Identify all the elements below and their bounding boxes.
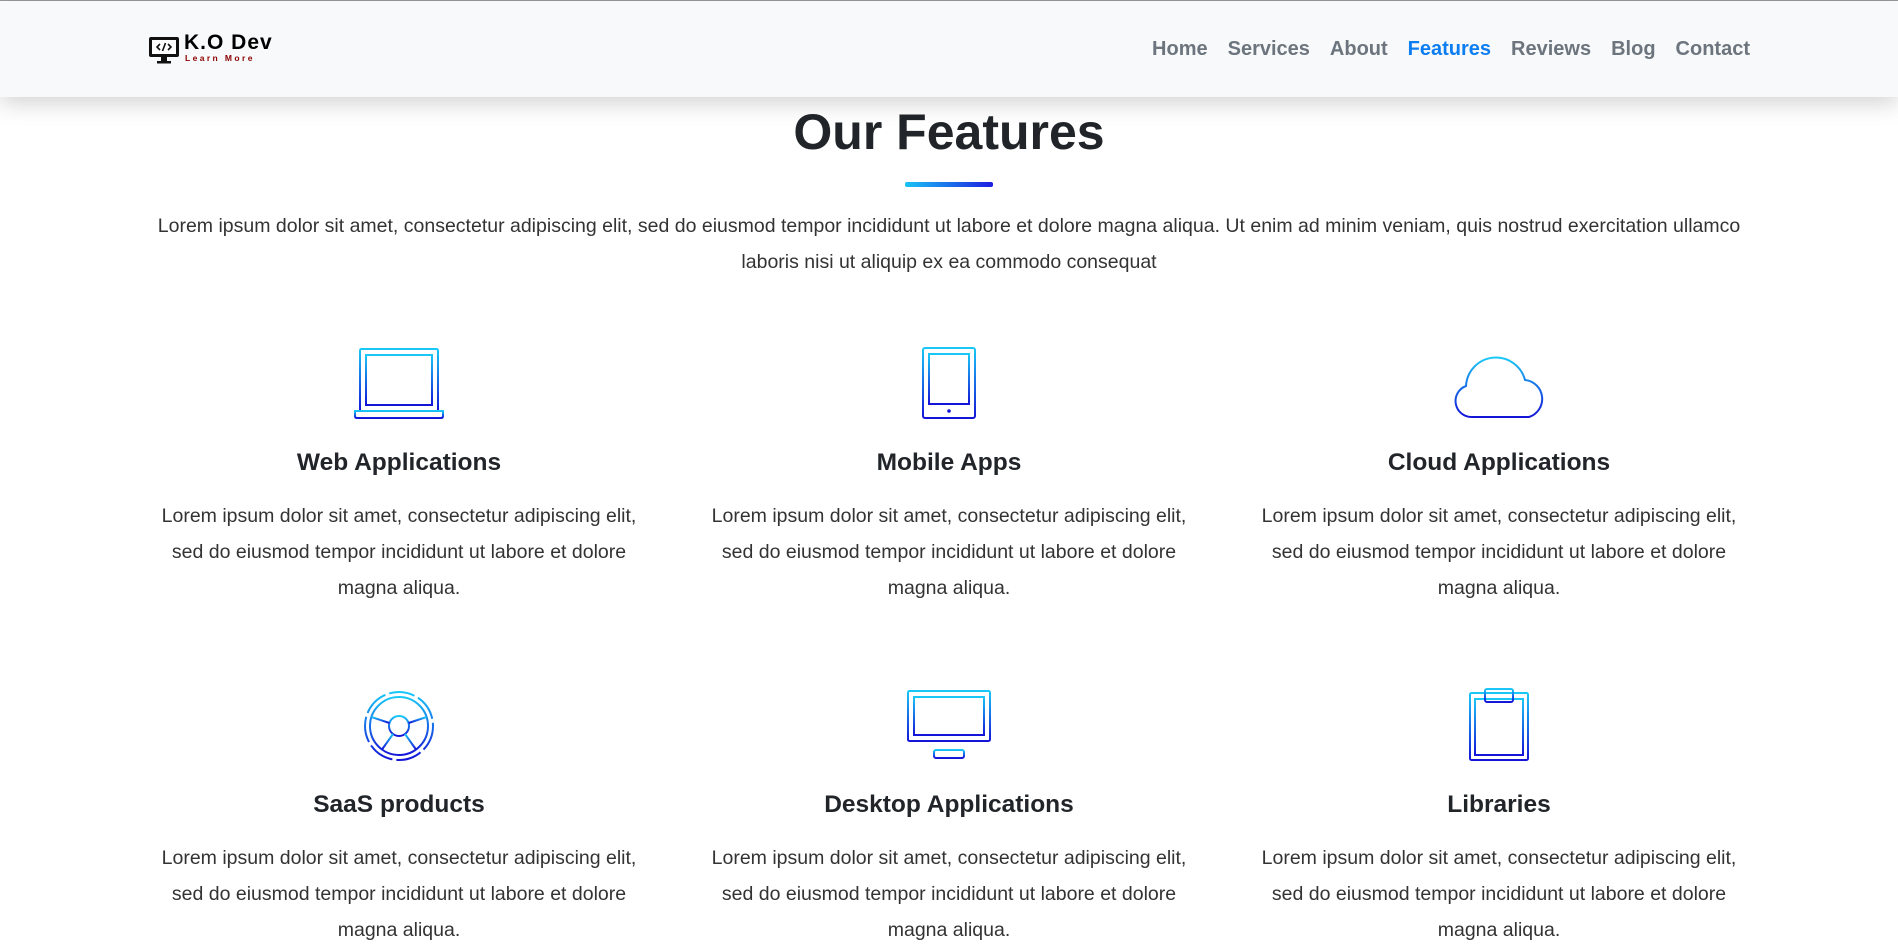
nav-link-about[interactable]: About	[1330, 37, 1388, 61]
feature-title: SaaS products	[313, 791, 485, 818]
title-underline	[905, 182, 993, 187]
nav-link-features[interactable]: Features	[1408, 37, 1491, 61]
tablet-icon	[922, 347, 976, 419]
nav-link-blog[interactable]: Blog	[1611, 37, 1655, 61]
feature-title: Mobile Apps	[876, 449, 1022, 476]
feature-card-libraries: Libraries Lorem ipsum dolor sit amet, co…	[1249, 688, 1749, 948]
monitor-code-icon	[149, 37, 179, 64]
feature-text: Lorem ipsum dolor sit amet, consectetur …	[711, 505, 1187, 599]
nav-link-reviews[interactable]: Reviews	[1511, 37, 1591, 61]
feature-card-desktop-applications: Desktop Applications Lorem ipsum dolor s…	[699, 688, 1199, 948]
nav-menu: Home Services About Features Reviews Blo…	[1132, 37, 1750, 61]
feature-title: Libraries	[1447, 791, 1551, 818]
feature-title: Web Applications	[296, 449, 502, 476]
feature-title: Desktop Applications	[824, 791, 1074, 818]
feature-text: Lorem ipsum dolor sit amet, consectetur …	[161, 847, 637, 941]
navbar: K.O Dev Learn More Home Services About F…	[0, 1, 1898, 97]
laptop-icon	[354, 348, 444, 419]
nav-link-services[interactable]: Services	[1228, 37, 1310, 61]
feature-text: Lorem ipsum dolor sit amet, consectetur …	[161, 505, 637, 599]
section-intro: Lorem ipsum dolor sit amet, consectetur …	[157, 215, 1741, 273]
clipboard-icon	[1469, 688, 1529, 761]
nav-link-contact[interactable]: Contact	[1676, 37, 1750, 61]
brand-tagline: Learn More	[185, 53, 255, 63]
feature-card-mobile-apps: Mobile Apps Lorem ipsum dolor sit amet, …	[699, 346, 1199, 606]
feature-card-web-applications: Web Applications Lorem ipsum dolor sit a…	[149, 346, 649, 606]
feature-text: Lorem ipsum dolor sit amet, consectetur …	[711, 847, 1187, 941]
feature-text: Lorem ipsum dolor sit amet, consectetur …	[1261, 847, 1737, 941]
brand-text: K.O Dev Learn More	[184, 31, 273, 63]
lifebuoy-icon	[364, 691, 434, 761]
desktop-monitor-icon	[907, 690, 991, 759]
feature-text: Lorem ipsum dolor sit amet, consectetur …	[1261, 505, 1737, 599]
cloud-icon	[1454, 356, 1544, 419]
feature-title: Cloud Applications	[1387, 449, 1611, 476]
feature-card-saas-products: SaaS products Lorem ipsum dolor sit amet…	[149, 688, 649, 948]
brand-logo[interactable]: K.O Dev Learn More	[148, 31, 273, 65]
nav-link-home[interactable]: Home	[1152, 37, 1208, 61]
feature-card-cloud-applications: Cloud Applications Lorem ipsum dolor sit…	[1249, 346, 1749, 606]
brand-name: K.O Dev	[184, 31, 273, 54]
section-title: Our Features	[793, 104, 1105, 160]
